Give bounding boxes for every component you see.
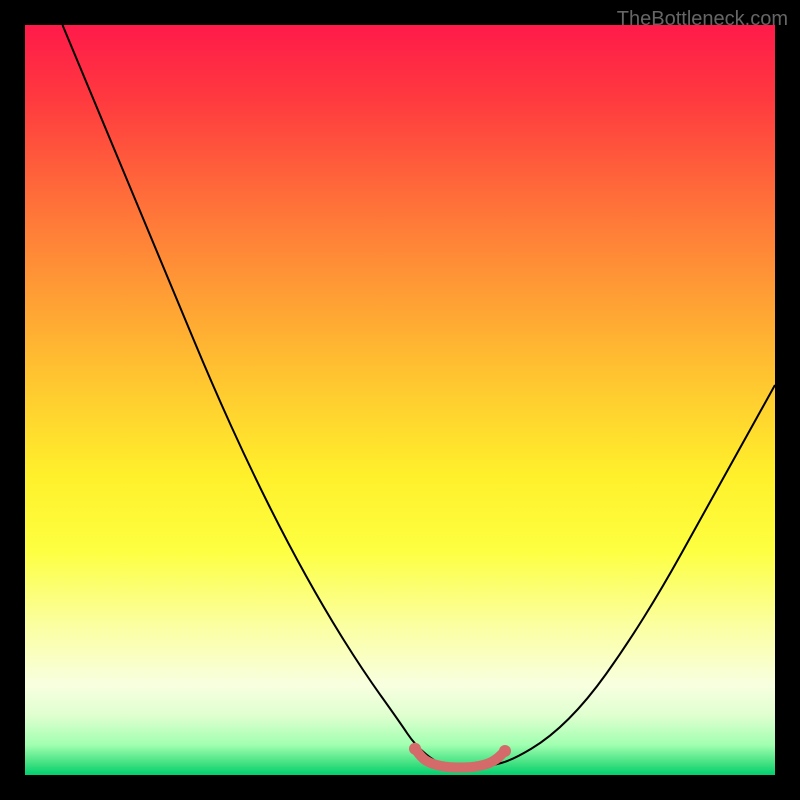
optimal-zone-start-dot [409, 743, 421, 755]
optimal-zone-end-dot [499, 745, 511, 757]
chart-svg [25, 25, 775, 775]
watermark-text: TheBottleneck.com [617, 8, 788, 31]
bottleneck-curve-path [63, 25, 776, 768]
optimal-zone-path [415, 749, 505, 768]
chart-plot-area [25, 25, 775, 775]
